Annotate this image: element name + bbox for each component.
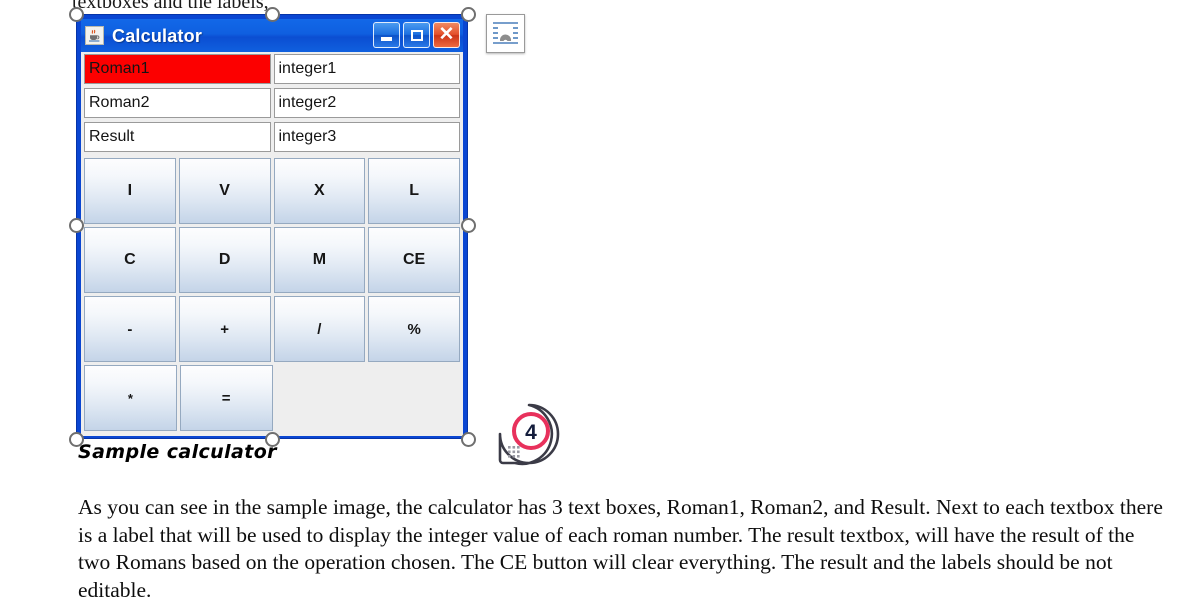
button-spacer-2 [369,365,460,431]
maximize-icon [410,29,423,41]
button-minus[interactable]: - [84,296,176,362]
document-cut-text: textboxes and the labels, [72,0,269,13]
integer2-label: integer2 [273,88,460,118]
layout-options-button[interactable] [486,14,525,53]
minimize-icon [381,37,392,41]
button-V[interactable]: V [178,158,271,224]
text-wrapping-icon [487,15,524,52]
selected-image-frame[interactable]: Calculator ✕ Roman1 integer1 Roman2 inte… [69,7,476,447]
button-multiply[interactable]: * [84,365,177,431]
field-row-result: Result integer3 [82,122,462,152]
button-X[interactable]: X [273,158,366,224]
calculator-content: Roman1 integer1 Roman2 integer2 Result i… [81,52,463,436]
close-button[interactable]: ✕ [433,22,460,48]
callout-number: 4 [525,421,537,444]
selection-handle-bottom-left[interactable] [69,432,84,447]
button-CE[interactable]: CE [368,227,460,293]
integer3-label: integer3 [273,122,460,152]
button-row-1: I V X L [84,158,460,224]
window-title: Calculator [112,25,203,46]
button-percent[interactable]: % [368,296,460,362]
java-coffee-cup-icon [85,26,104,45]
selection-handle-middle-right[interactable] [461,218,476,233]
selection-handle-bottom-middle[interactable] [265,432,280,447]
selection-handle-top-right[interactable] [461,7,476,22]
maximize-button[interactable] [403,22,430,48]
image-caption: Sample calculator [78,441,277,463]
body-paragraph: As you can see in the sample image, the … [78,495,1163,602]
button-C[interactable]: C [84,227,176,293]
button-row-2: C D M CE [84,227,460,293]
roman2-input[interactable]: Roman2 [84,88,271,118]
calculator-button-grid: I V X L C D M CE - + / % * = [82,156,462,431]
window-controls: ✕ [373,22,460,48]
close-icon: ✕ [438,23,455,45]
button-row-4: * = [84,365,460,431]
button-divide[interactable]: / [273,296,366,362]
calculator-window: Calculator ✕ Roman1 integer1 Roman2 inte… [76,14,468,439]
field-row-roman1: Roman1 integer1 [82,54,462,84]
selection-handle-top-middle[interactable] [265,7,280,22]
button-L[interactable]: L [368,158,460,224]
selection-handle-top-left[interactable] [69,7,84,22]
minimize-button[interactable] [373,22,400,48]
callout-marker-4[interactable]: 4 [495,400,563,468]
button-I[interactable]: I [84,158,176,224]
field-row-roman2: Roman2 integer2 [82,88,462,118]
button-M[interactable]: M [273,227,366,293]
window-titlebar[interactable]: Calculator ✕ [81,19,463,52]
button-equals[interactable]: = [179,365,273,431]
button-D[interactable]: D [178,227,271,293]
button-plus[interactable]: + [178,296,271,362]
selection-handle-middle-left[interactable] [69,218,84,233]
button-row-3: - + / % [84,296,460,362]
result-input: Result [84,122,271,152]
roman1-input[interactable]: Roman1 [84,54,271,84]
integer1-label: integer1 [273,54,460,84]
button-spacer-1 [276,365,367,431]
selection-handle-bottom-right[interactable] [461,432,476,447]
